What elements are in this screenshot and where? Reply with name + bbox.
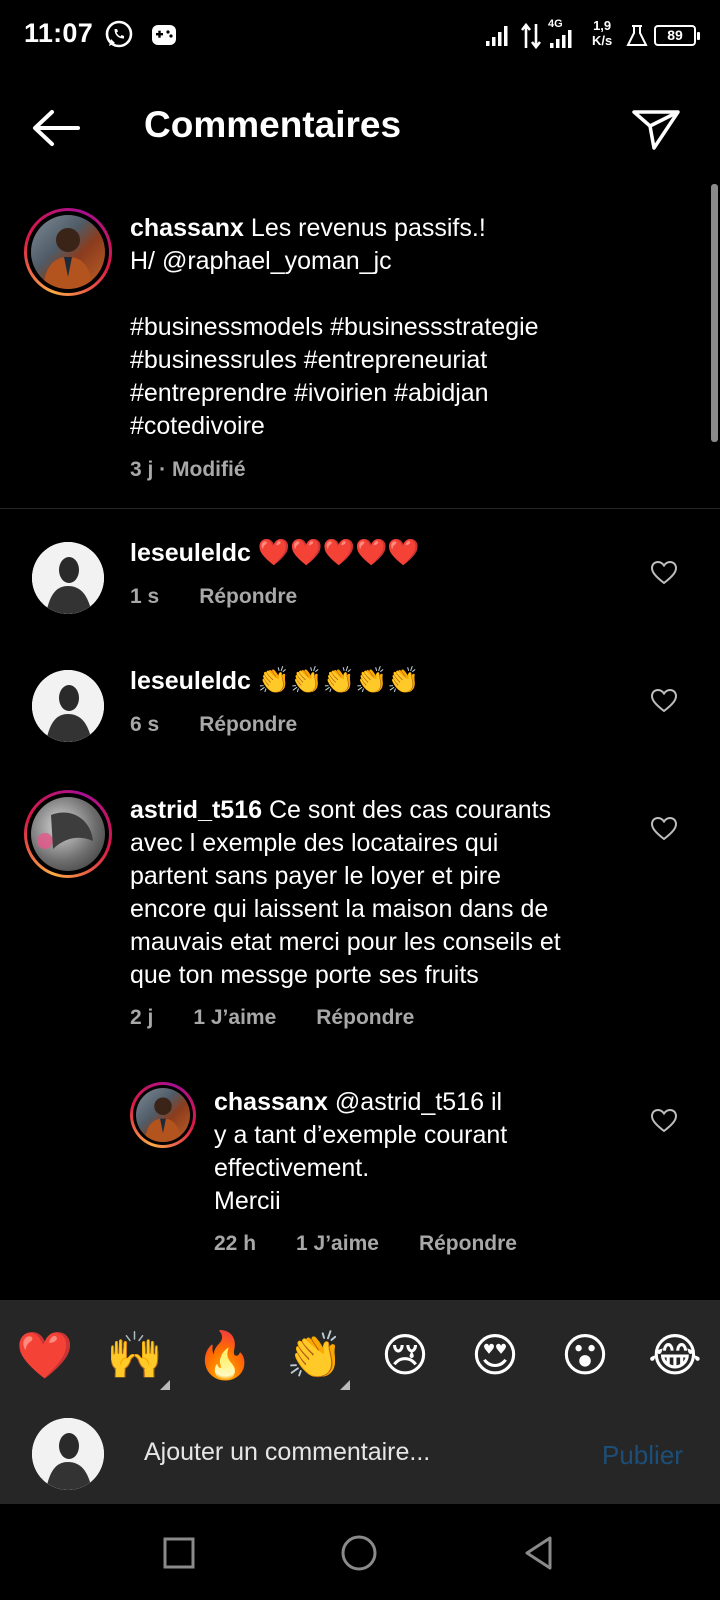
caption-line1: Les revenus passifs.!: [250, 214, 486, 242]
reply-likes-count[interactable]: 1 J’aime: [296, 1232, 379, 1255]
like-heart-icon-reply[interactable]: [650, 1108, 678, 1134]
comment-avatar-3[interactable]: [24, 790, 112, 878]
emoji-raised-hands[interactable]: 🙌: [106, 1326, 164, 1384]
comment-3-line1: Ce sont des cas courants: [268, 796, 552, 824]
comment-username-1[interactable]: leseuleldc: [130, 539, 251, 567]
emoji-fire[interactable]: 🔥: [196, 1326, 254, 1384]
system-nav-bar: [0, 1504, 720, 1600]
composer-avatar: [32, 1418, 104, 1490]
reply-comment: chassanx @astrid_t516 il y a tant d’exem…: [214, 1086, 507, 1218]
comment-3-line2: avec l exemple des locataires qui: [130, 829, 499, 857]
comment-meta-3: 2 j 1 J’aime Répondre: [130, 1006, 454, 1030]
likes-count-3[interactable]: 1 J’aime: [193, 1006, 276, 1029]
back-arrow-icon[interactable]: [28, 106, 84, 150]
reply-avatar[interactable]: [130, 1082, 196, 1148]
battery-indicator: 89: [654, 25, 700, 46]
caption-text: chassanx Les revenus passifs.! H/ @rapha…: [130, 212, 539, 443]
profile-photo-icon: [37, 812, 93, 849]
caption-hashtags-1[interactable]: #businessmodels #businessstrategie: [130, 311, 539, 344]
reply-line3: effectivement.: [214, 1154, 370, 1182]
reply-username[interactable]: chassanx: [214, 1088, 328, 1116]
emoji-heart[interactable]: ❤️: [16, 1326, 74, 1384]
comment-text-2: 👏👏👏👏👏: [257, 665, 420, 695]
reply-button-2[interactable]: Répondre: [199, 713, 297, 736]
comment-avatar-2[interactable]: [32, 670, 104, 742]
comment-3: astrid_t516 Ce sont des cas courants ave…: [130, 794, 561, 992]
signal-icon: [486, 26, 508, 46]
caption-line2[interactable]: H/ @raphael_yoman_jc: [130, 245, 539, 278]
emoji-crying[interactable]: 😢: [376, 1326, 434, 1384]
comment-username-2[interactable]: leseuleldc: [130, 667, 251, 695]
comment-avatar-1[interactable]: [32, 542, 104, 614]
emoji-heart-eyes[interactable]: 😍: [466, 1326, 524, 1384]
emoji-laughing[interactable]: 😂: [646, 1326, 704, 1384]
whatsapp-icon: [105, 20, 133, 48]
header: Commentaires: [0, 90, 720, 166]
comment-3-line4: encore qui laissent la maison dans de: [130, 895, 549, 923]
divider: [0, 508, 720, 509]
status-time: 11:07: [24, 18, 94, 48]
network-type: 4G: [548, 18, 563, 30]
caption-meta: 3 j · Modifié: [130, 458, 246, 481]
reply-time: 22 h: [214, 1232, 257, 1255]
scrollbar[interactable]: [711, 184, 718, 442]
reply-meta: 22 h 1 J’aime Répondre: [214, 1232, 557, 1256]
profile-photo-icon: [32, 542, 104, 614]
comment-meta-2: 6 s Répondre: [130, 713, 337, 737]
like-heart-icon-1[interactable]: [650, 560, 678, 586]
comment-3-line5: mauvais etat merci pour les conseils et: [130, 928, 561, 956]
comment-meta-1: 1 s Répondre: [130, 585, 337, 609]
game-controller-icon: [152, 25, 176, 45]
publish-button[interactable]: Publier: [602, 1440, 683, 1471]
comment-time-2: 6 s: [130, 713, 160, 736]
comment-username-3[interactable]: astrid_t516: [130, 796, 262, 824]
profile-photo-icon: [43, 228, 93, 289]
caption-username[interactable]: chassanx: [130, 214, 244, 242]
status-bar: 11:07 4G 1,9 K/s 89: [0, 0, 720, 72]
caption-hashtags-3[interactable]: #entreprendre #ivoirien #abidjan: [130, 377, 539, 410]
like-heart-icon-3[interactable]: [650, 816, 678, 842]
caption-avatar[interactable]: [24, 208, 112, 296]
skin-tone-indicator-icon: [160, 1380, 170, 1390]
page-title: Commentaires: [144, 104, 402, 145]
reply-line4: Mercii: [214, 1187, 281, 1215]
home-circle-icon[interactable]: [340, 1534, 378, 1572]
emoji-quick-bar: ❤️ 🙌 🔥 👏 😢 😍 😮 😂: [0, 1300, 720, 1408]
reply-reply-button[interactable]: Répondre: [419, 1232, 517, 1255]
comment-time-1: 1 s: [130, 585, 160, 608]
comment-2: leseuleldc 👏👏👏👏👏: [130, 664, 420, 698]
data-transfer-icon: [520, 22, 542, 50]
network-speed: 1,9 K/s: [592, 18, 613, 48]
comment-time-3: 2 j: [130, 1006, 154, 1029]
comment-input[interactable]: Ajouter un commentaire...: [144, 1438, 430, 1467]
comment-composer: Ajouter un commentaire... Publier: [0, 1408, 720, 1504]
comment-1: leseuleldc ❤️❤️❤️❤️❤️: [130, 536, 420, 570]
send-icon[interactable]: [630, 104, 682, 152]
reply-line2: y a tant d’exemple courant: [214, 1121, 508, 1149]
skin-tone-indicator-icon: [340, 1380, 350, 1390]
comment-text-1: ❤️❤️❤️❤️❤️: [257, 537, 420, 567]
emoji-surprised[interactable]: 😮: [556, 1326, 614, 1384]
reply-line1: @astrid_t516 il: [334, 1088, 503, 1116]
caption-hashtags-4[interactable]: #cotedivoire: [130, 410, 539, 443]
profile-photo-icon: [32, 670, 104, 742]
caption-hashtags-2[interactable]: #businessrules #entrepreneuriat: [130, 344, 539, 377]
recents-square-icon[interactable]: [162, 1536, 196, 1570]
reply-button-1[interactable]: Répondre: [199, 585, 297, 608]
comment-3-line6: que ton messge porte ses fruits: [130, 961, 479, 989]
profile-photo-icon: [32, 1418, 104, 1490]
emoji-clap[interactable]: 👏: [286, 1326, 344, 1384]
like-heart-icon-2[interactable]: [650, 688, 678, 714]
profile-photo-icon: [144, 1097, 182, 1142]
reply-button-3[interactable]: Répondre: [316, 1006, 414, 1029]
comment-3-line3: partent sans payer le loyer et pire: [130, 862, 502, 890]
flask-icon: [626, 25, 648, 46]
back-triangle-icon[interactable]: [522, 1534, 556, 1572]
signal-icon-2: [550, 30, 572, 48]
